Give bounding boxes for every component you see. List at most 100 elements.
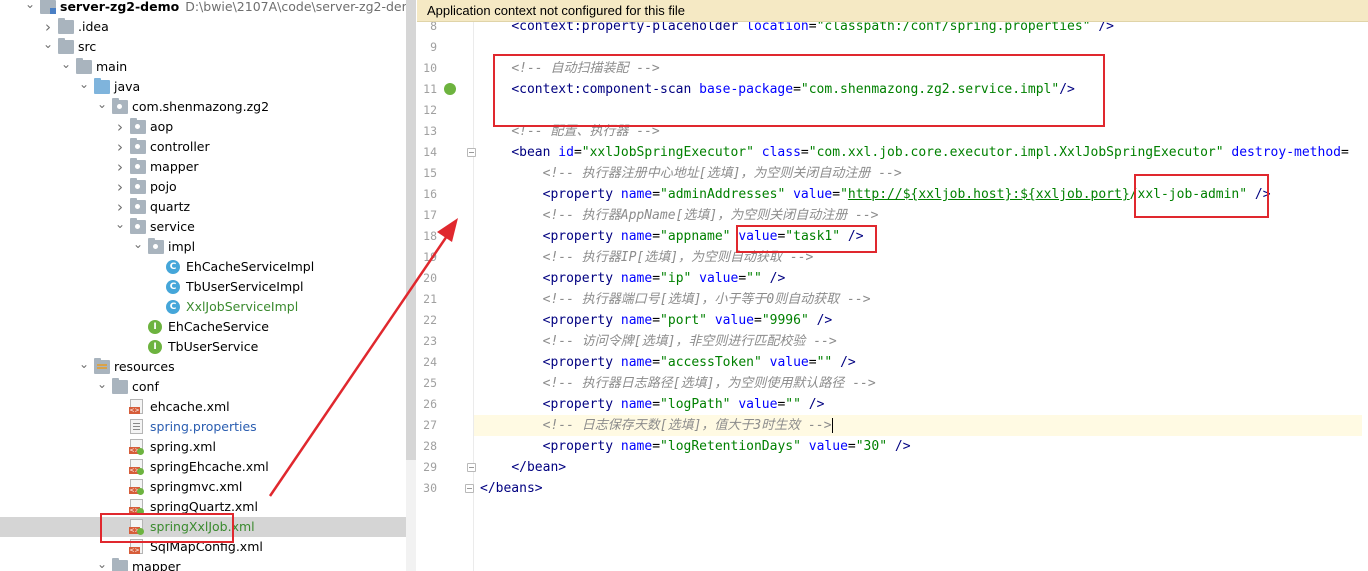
tree-item[interactable]: C XxlJobServiceImpl: [0, 297, 406, 317]
tree-item-label: XxlJobServiceImpl: [186, 299, 299, 314]
code-line[interactable]: <property name="appname" value="task1" /…: [480, 226, 1368, 247]
chevron-right-icon[interactable]: ›: [114, 157, 126, 177]
code-token: <: [511, 355, 551, 370]
code-line[interactable]: <property name="ip" value="" />: [480, 268, 1368, 289]
tree-item[interactable]: ⌄ com.shenmazong.zg2: [0, 97, 406, 117]
chevron-down-icon[interactable]: ⌄: [24, 0, 36, 17]
code-token: "30": [855, 439, 888, 454]
tree-item[interactable]: ⌄ impl: [0, 237, 406, 257]
chevron-down-icon[interactable]: ⌄: [60, 57, 72, 77]
code-token: "port": [660, 313, 708, 328]
code-line[interactable]: <!-- 执行器端口号[选填]，小于等于0则自动获取 -->: [480, 289, 1368, 310]
code-token: =: [652, 397, 661, 412]
code-line[interactable]: <!-- 访问令牌[选填]，非空则进行匹配校验 -->: [480, 331, 1368, 352]
tree-item[interactable]: spring.properties: [0, 417, 406, 437]
chevron-down-icon[interactable]: ⌄: [78, 77, 90, 97]
chevron-down-icon[interactable]: ⌄: [78, 357, 90, 377]
tree-item[interactable]: I TbUserService: [0, 337, 406, 357]
tree-item[interactable]: ehcache.xml: [0, 397, 406, 417]
code-line[interactable]: <property name="accessToken" value="" />: [480, 352, 1368, 373]
code-token: bean: [519, 145, 551, 160]
code-token: name: [613, 397, 653, 412]
code-line[interactable]: <property name="port" value="9996" />: [480, 310, 1368, 331]
code-line[interactable]: <property name="logRetentionDays" value=…: [480, 436, 1368, 457]
tree-item[interactable]: › mapper: [0, 157, 406, 177]
tree-scrollbar[interactable]: [406, 0, 416, 460]
package-icon: [130, 158, 146, 174]
chevron-down-icon[interactable]: ⌄: [132, 237, 144, 257]
code-token: value: [707, 313, 754, 328]
fold-marker-icon[interactable]: [467, 463, 476, 472]
chevron-right-icon[interactable]: ›: [114, 117, 126, 137]
code-line[interactable]: </beans>: [480, 478, 1368, 499]
code-token: property: [550, 355, 614, 370]
package-icon: [130, 118, 146, 134]
tree-item[interactable]: › aop: [0, 117, 406, 137]
highlight-component-scan: [493, 54, 1105, 127]
tree-item[interactable]: ⌄ java: [0, 77, 406, 97]
line-number: 29: [423, 460, 437, 474]
tree-item[interactable]: ⌄ mapper: [0, 557, 406, 571]
spring-bean-icon[interactable]: [444, 83, 456, 95]
tree-item[interactable]: C EhCacheServiceImpl: [0, 257, 406, 277]
line-number: 26: [423, 397, 437, 411]
chevron-down-icon[interactable]: ⌄: [42, 37, 54, 57]
line-number: 25: [423, 376, 437, 390]
chevron-down-icon[interactable]: ⌄: [96, 97, 108, 117]
code-line[interactable]: <bean id="xxlJobSpringExecutor" class="c…: [480, 142, 1368, 163]
tree-item-label: conf: [132, 379, 159, 394]
code-token: <!-- 执行器AppName[选填]，为空则关闭自动注册 -->: [511, 208, 879, 223]
tree-item[interactable]: › controller: [0, 137, 406, 157]
code-token: =: [847, 439, 856, 454]
code-line[interactable]: <!-- 执行器IP[选填]，为空则自动获取 -->: [480, 247, 1368, 268]
tree-item[interactable]: ⌄ service: [0, 217, 406, 237]
line-number: 27: [423, 418, 437, 432]
chevron-right-icon[interactable]: ›: [114, 177, 126, 197]
tree-item[interactable]: › quartz: [0, 197, 406, 217]
tree-item-label: service: [150, 219, 195, 234]
tree-item[interactable]: ⌄ main: [0, 57, 406, 77]
code-line[interactable]: <property name="logPath" value="" />: [480, 394, 1368, 415]
class-icon: C: [166, 300, 180, 314]
fold-marker-icon[interactable]: [467, 148, 476, 157]
code-token: "xxlJobSpringExecutor": [581, 145, 754, 160]
tree-item[interactable]: spring.xml: [0, 437, 406, 457]
xml-file-icon: [129, 399, 143, 414]
tree-item[interactable]: ⌄ src: [0, 37, 406, 57]
chevron-down-icon[interactable]: ⌄: [96, 377, 108, 397]
chevron-right-icon[interactable]: ›: [42, 17, 54, 37]
chevron-down-icon[interactable]: ⌄: [114, 217, 126, 237]
code-line[interactable]: <!-- 执行器日志路径[选填]，为空则使用默认路径 -->: [480, 373, 1368, 394]
line-number: 17: [423, 208, 437, 222]
highlight-selected-file: [100, 513, 234, 543]
code-line[interactable]: </bean>: [480, 457, 1368, 478]
tree-item[interactable]: C TbUserServiceImpl: [0, 277, 406, 297]
code-token: value: [800, 439, 848, 454]
line-number: 9: [430, 40, 437, 54]
tree-item[interactable]: I EhCacheService: [0, 317, 406, 337]
tree-item[interactable]: springEhcache.xml: [0, 457, 406, 477]
tree-item[interactable]: ⌄ server-zg2-demo D:\bwie\2107A\code\serve…: [0, 0, 406, 17]
chevron-right-icon[interactable]: ›: [114, 197, 126, 217]
chevron-down-icon[interactable]: ⌄: [96, 557, 108, 571]
tree-item[interactable]: springmvc.xml: [0, 477, 406, 497]
code-token: value: [691, 271, 739, 286]
highlight-admin-path: [1134, 174, 1269, 218]
tree-item[interactable]: ⌄ resources: [0, 357, 406, 377]
code-token: "appname": [660, 229, 731, 244]
editor-banner[interactable]: Application context not configured for t…: [417, 0, 1368, 22]
code-line[interactable]: <!-- 日志保存天数[选填]，值大于3时生效 -->: [474, 415, 1362, 436]
chevron-right-icon[interactable]: ›: [114, 137, 126, 157]
code-token: >: [558, 460, 567, 475]
tree-item[interactable]: › pojo: [0, 177, 406, 197]
tree-item[interactable]: ⌄ conf: [0, 377, 406, 397]
code-token: />: [800, 397, 825, 412]
fold-marker-icon[interactable]: [465, 484, 474, 493]
code-token: name: [613, 355, 653, 370]
line-number-gutter[interactable]: 8 9 10 11 12 13 14 15 16 17 18 19 20 21 22 23 24 25 26 27 28…: [417, 0, 497, 571]
tree-item-label: ehcache.xml: [150, 399, 230, 414]
spring-xml-file-icon: [129, 459, 144, 475]
tree-item[interactable]: › .idea: [0, 17, 406, 37]
